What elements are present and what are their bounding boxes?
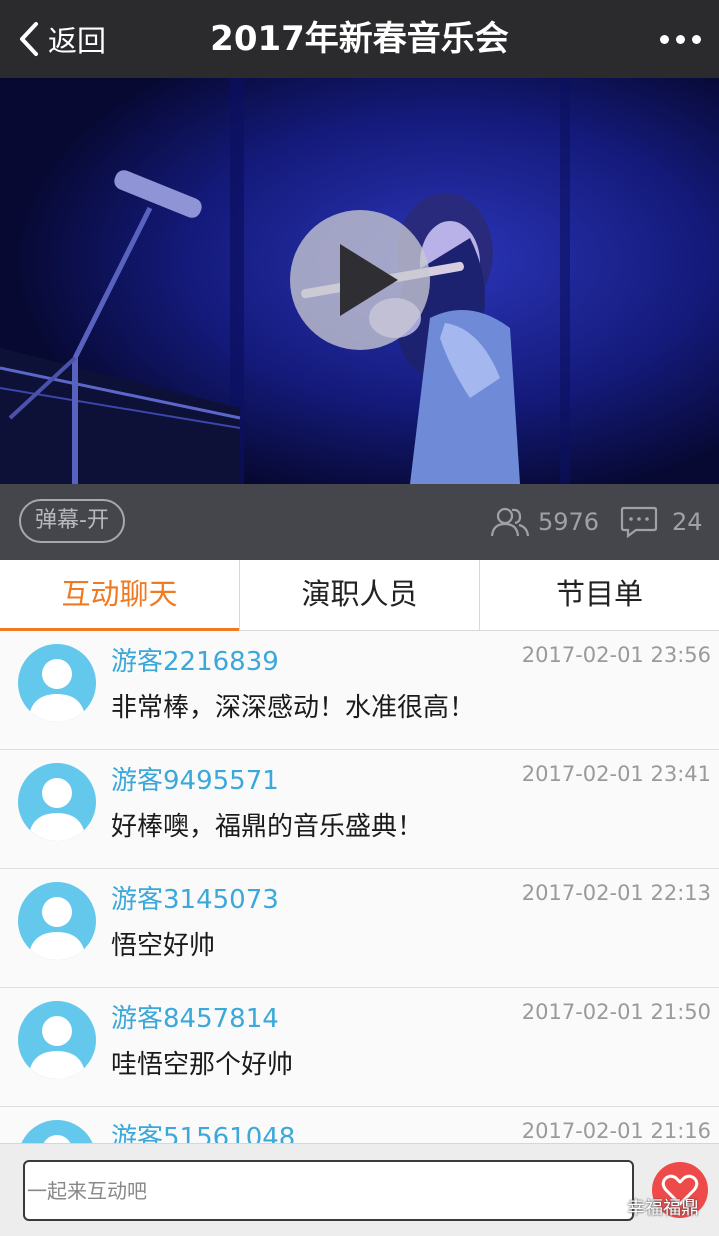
comment-icon (620, 506, 658, 539)
chat-message: 游客51561048 2017-02-01 21:16 (0, 1107, 719, 1143)
chat-message: 游客3145073 2017-02-01 22:13 悟空好帅 (0, 869, 719, 988)
chat-input[interactable] (23, 1160, 634, 1221)
avatar[interactable] (18, 763, 96, 841)
tab-bar: 互动聊天 演职人员 节目单 (0, 560, 719, 631)
user-avatar-icon (28, 659, 86, 722)
chat-message: 游客9495571 2017-02-01 23:41 好棒噢，福鼎的音乐盛典！ (0, 750, 719, 869)
message-text: 哇悟空那个好帅 (111, 1050, 294, 1080)
user-avatar-icon (43, 1135, 71, 1143)
play-icon (340, 244, 398, 316)
tab-program-list[interactable]: 节目单 (480, 560, 719, 630)
comment-count-value: 24 (672, 508, 703, 536)
back-label: 返回 (48, 24, 107, 58)
nav-bar: 返回 2017年新春音乐会 (0, 0, 719, 78)
message-text: 悟空好帅 (111, 931, 216, 961)
video-player[interactable] (0, 78, 719, 484)
video-info-bar: 弹幕-开 5976 24 (0, 484, 719, 560)
message-timestamp: 2017-02-01 21:50 (521, 1000, 711, 1024)
chat-message: 游客2216839 2017-02-01 23:56 非常棒，深深感动！水准很高… (0, 631, 719, 750)
message-username[interactable]: 游客8457814 (111, 998, 279, 1035)
viewers-icon (490, 507, 530, 537)
message-username[interactable]: 游客2216839 (111, 641, 279, 678)
chevron-left-icon (20, 22, 38, 56)
message-username[interactable]: 游客51561048 (111, 1117, 295, 1143)
danmaku-toggle-button[interactable]: 弹幕-开 (19, 499, 125, 543)
tab-interactive-chat[interactable]: 互动聊天 (0, 560, 240, 631)
back-button[interactable]: 返回 (18, 0, 106, 78)
chat-message: 游客8457814 2017-02-01 21:50 哇悟空那个好帅 (0, 988, 719, 1107)
avatar[interactable] (18, 644, 96, 722)
user-avatar-icon (28, 1016, 86, 1079)
user-avatar-icon (28, 778, 86, 841)
more-dots-icon[interactable] (660, 0, 701, 78)
message-timestamp: 2017-02-01 21:16 (521, 1119, 711, 1143)
heart-icon (661, 1174, 699, 1206)
viewer-count-value: 5976 (538, 508, 600, 536)
tab-cast-crew[interactable]: 演职人员 (240, 560, 480, 630)
message-text: 非常棒，深深感动！水准很高！ (111, 693, 476, 723)
comment-count: 24 (620, 484, 703, 560)
message-timestamp: 2017-02-01 23:41 (521, 762, 711, 786)
avatar[interactable] (18, 1120, 96, 1143)
chat-list[interactable]: 游客2216839 2017-02-01 23:56 非常棒，深深感动！水准很高… (0, 631, 719, 1143)
chat-input-bar: 幸福福鼎 (0, 1143, 719, 1236)
user-avatar-icon (28, 897, 86, 960)
avatar[interactable] (18, 882, 96, 960)
play-button[interactable] (290, 210, 430, 350)
message-timestamp: 2017-02-01 22:13 (521, 881, 711, 905)
page-title: 2017年新春音乐会 (210, 19, 509, 59)
message-text: 好棒噢，福鼎的音乐盛典！ (111, 812, 424, 842)
message-username[interactable]: 游客9495571 (111, 760, 279, 797)
like-button[interactable] (652, 1162, 708, 1218)
message-username[interactable]: 游客3145073 (111, 879, 279, 916)
avatar[interactable] (18, 1001, 96, 1079)
viewer-count: 5976 (490, 484, 599, 560)
message-timestamp: 2017-02-01 23:56 (521, 643, 711, 667)
